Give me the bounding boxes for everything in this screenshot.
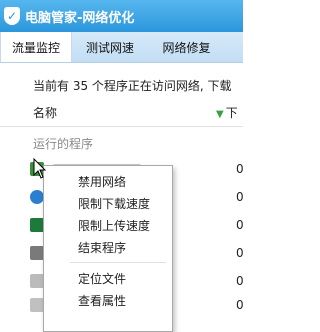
column-download-label: 下 (225, 106, 238, 120)
excel-icon (30, 218, 44, 232)
tab-network-repair[interactable]: 网络修复 (148, 32, 225, 62)
tab-bar: 流量监控 测试网速 网络修复 (0, 32, 243, 63)
section-running-programs: 运行的程序 (33, 137, 94, 151)
tab-speed-test[interactable]: 测试网速 (72, 32, 148, 62)
menu-item-label: 查看属性 (78, 294, 127, 308)
menu-item-label: 结束程序 (78, 241, 127, 255)
download-value: 0 (236, 162, 244, 176)
status-info-text: 当前有 35 个程序正在访问网络, 下载 (33, 79, 232, 93)
download-value: 0 (236, 246, 244, 260)
column-header: 名称 ▼ 下 (0, 98, 243, 127)
column-name-header[interactable]: 名称 (33, 104, 57, 121)
menu-item-locate-file[interactable]: 定位文件 (44, 267, 172, 289)
mouse-cursor-icon (33, 158, 47, 179)
download-value: 0 (236, 190, 244, 204)
menu-item-label: 禁用网络 (78, 175, 127, 189)
download-arrow-icon: ▼ (216, 109, 224, 120)
title-bar: ✓ 电脑管家-网络优化 (0, 0, 243, 32)
menu-item-disable-network[interactable]: 禁用网络 (44, 170, 172, 192)
program-icon (30, 246, 44, 260)
menu-item-limit-upload[interactable]: 限制上传速度 (44, 214, 172, 236)
tab-traffic-monitor[interactable]: 流量监控 (0, 32, 72, 62)
download-value: 0 (236, 274, 244, 288)
menu-item-label: 限制上传速度 (78, 219, 151, 233)
download-value: 0 (236, 218, 244, 232)
menu-separator (70, 262, 166, 263)
context-menu: 禁用网络 限制下载速度 限制上传速度 结束程序 定位文件 查看属性 (43, 165, 173, 332)
program-icon (30, 190, 44, 204)
window-title: 电脑管家-网络优化 (25, 10, 135, 26)
download-value: 0 (236, 298, 244, 312)
program-icon (30, 298, 44, 312)
shield-logo-icon: ✓ (4, 7, 20, 25)
column-download-header[interactable]: ▼ 下 (216, 104, 238, 121)
menu-item-limit-download[interactable]: 限制下载速度 (44, 192, 172, 214)
menu-item-label: 定位文件 (78, 272, 127, 286)
menu-item-end-program[interactable]: 结束程序 (44, 236, 172, 258)
program-icon (30, 274, 44, 288)
menu-item-label: 限制下载速度 (78, 197, 151, 211)
